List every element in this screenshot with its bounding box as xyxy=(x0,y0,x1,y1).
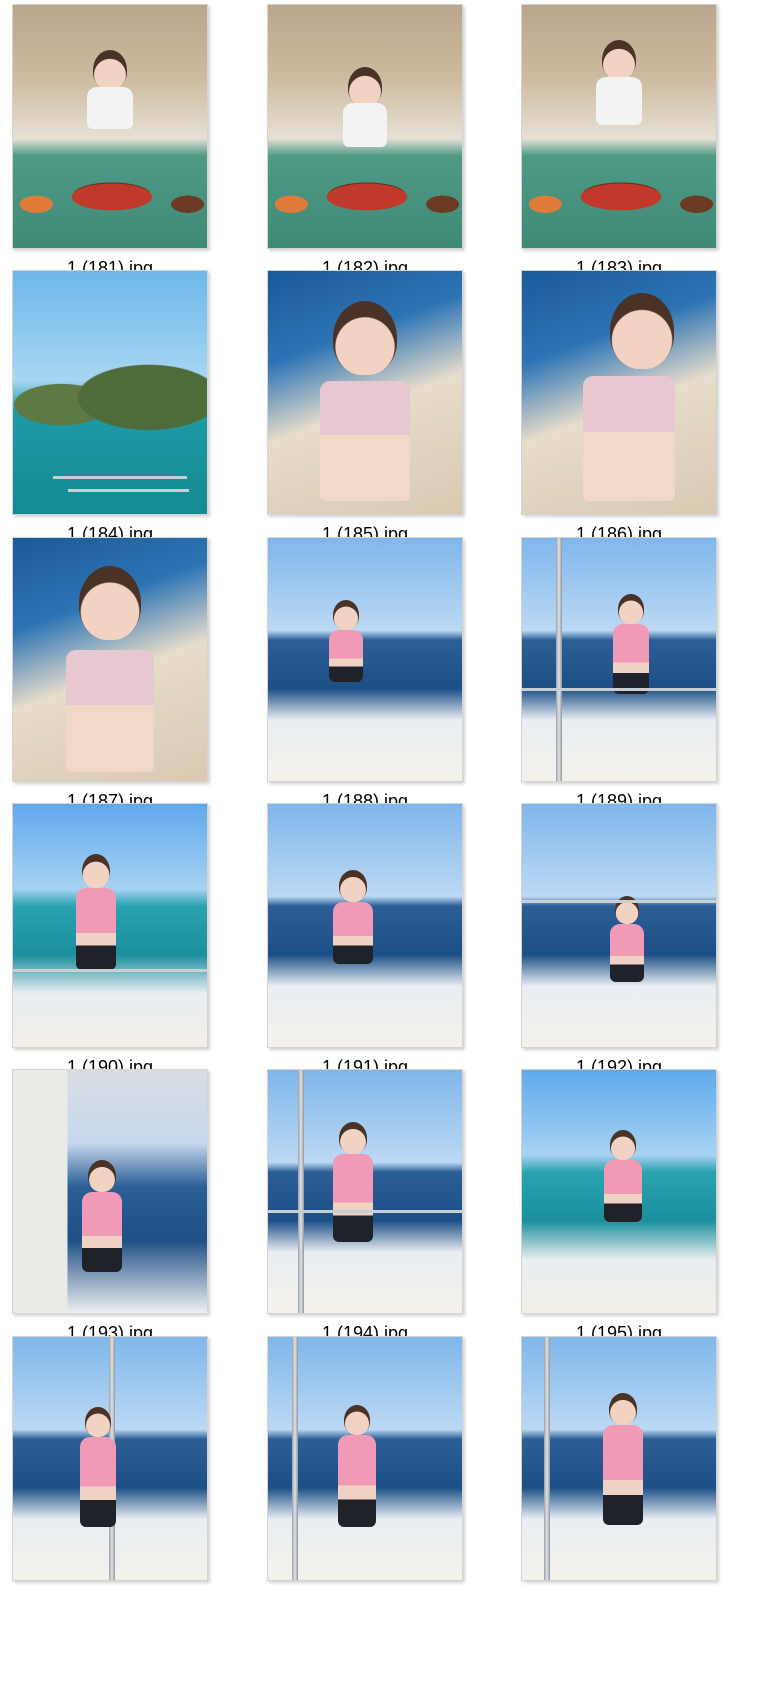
thumbnail-image[interactable] xyxy=(521,537,717,782)
thumbnail-image[interactable] xyxy=(267,537,463,782)
file-tile[interactable]: 1 (191).jpg xyxy=(267,803,463,1077)
file-tile[interactable]: 1 (187).jpg xyxy=(12,537,208,811)
thumbnail-image[interactable] xyxy=(267,803,463,1048)
file-tile[interactable]: 1 (184).jpg xyxy=(12,270,208,544)
file-tile[interactable]: 1 (190).jpg xyxy=(12,803,208,1077)
thumbnail-image[interactable] xyxy=(267,4,463,249)
file-tile[interactable]: 1 (181).jpg xyxy=(12,4,208,278)
file-tile[interactable]: 1 (183).jpg xyxy=(521,4,717,278)
file-tile[interactable] xyxy=(12,1336,208,1606)
thumbnail-image[interactable] xyxy=(12,4,208,249)
thumbnail-image[interactable] xyxy=(12,803,208,1048)
file-tile[interactable]: 1 (182).jpg xyxy=(267,4,463,278)
file-tile[interactable]: 1 (195).jpg xyxy=(521,1069,717,1343)
file-tile[interactable] xyxy=(521,1336,717,1606)
file-tile[interactable]: 1 (194).jpg xyxy=(267,1069,463,1343)
thumbnail-image[interactable] xyxy=(12,1336,208,1581)
thumbnail-image[interactable] xyxy=(267,1336,463,1581)
thumbnail-image[interactable] xyxy=(521,1336,717,1581)
file-tile[interactable] xyxy=(267,1336,463,1606)
thumbnail-image[interactable] xyxy=(267,270,463,515)
thumbnail-image[interactable] xyxy=(12,1069,208,1314)
thumbnail-image[interactable] xyxy=(521,1069,717,1314)
thumbnail-image[interactable] xyxy=(12,537,208,782)
file-tile[interactable]: 1 (192).jpg xyxy=(521,803,717,1077)
thumbnail-image[interactable] xyxy=(267,1069,463,1314)
thumbnail-image[interactable] xyxy=(521,270,717,515)
thumbnail-grid: 1 (181).jpg 1 (182).jpg 1 (183).jpg 1 (1… xyxy=(0,0,765,1707)
thumbnail-image[interactable] xyxy=(521,4,717,249)
thumbnail-image[interactable] xyxy=(521,803,717,1048)
file-tile[interactable]: 1 (189).jpg xyxy=(521,537,717,811)
thumbnail-image[interactable] xyxy=(12,270,208,515)
file-tile[interactable]: 1 (186).jpg xyxy=(521,270,717,544)
file-tile[interactable]: 1 (188).jpg xyxy=(267,537,463,811)
file-tile[interactable]: 1 (185).jpg xyxy=(267,270,463,544)
file-tile[interactable]: 1 (193).jpg xyxy=(12,1069,208,1343)
